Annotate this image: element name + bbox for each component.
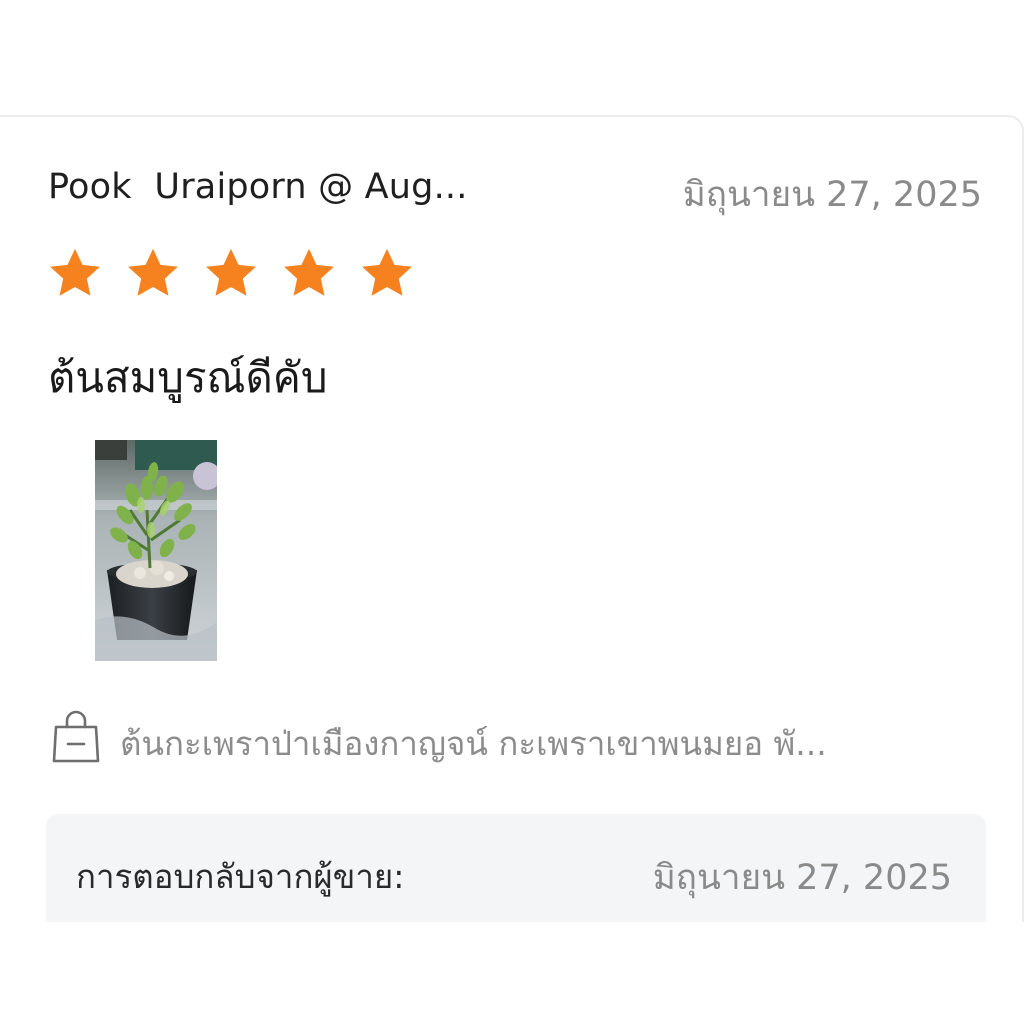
- review-text: ต้นสมบูรณ์ดีคับ: [48, 353, 328, 402]
- product-row[interactable]: ต้นกะเพราป่าเมืองกาญจน์ กะเพราเขาพนมยอ พ…: [50, 709, 982, 769]
- seller-reply: การตอบกลับจากผู้ขาย: มิถุนายน 27, 2025: [46, 814, 986, 922]
- review-photo[interactable]: [95, 440, 217, 661]
- star-icon: [128, 248, 178, 296]
- star-icon: [206, 248, 256, 296]
- shopping-bag-icon: [52, 710, 100, 763]
- star-icon: [284, 248, 334, 296]
- seller-reply-label: การตอบกลับจากผู้ขาย:: [76, 857, 405, 896]
- product-name[interactable]: ต้นกะเพราป่าเมืองกาญจน์ กะเพราเขาพนมยอ พ…: [120, 717, 827, 770]
- star-rating: [46, 245, 416, 303]
- page: Pook Uraiporn @ Aug... มิถุนายน 27, 2025…: [0, 0, 1024, 1024]
- review-date: มิถุนายน 27, 2025: [682, 175, 982, 215]
- star-icon: [362, 248, 412, 296]
- reviewer-name: Pook Uraiporn @ Aug...: [48, 167, 468, 207]
- review-header: Pook Uraiporn @ Aug... มิถุนายน 27, 2025: [48, 167, 982, 215]
- seller-reply-date: มิถุนายน 27, 2025: [652, 858, 952, 898]
- review-card: Pook Uraiporn @ Aug... มิถุนายน 27, 2025…: [0, 115, 1024, 922]
- star-icon: [50, 248, 100, 296]
